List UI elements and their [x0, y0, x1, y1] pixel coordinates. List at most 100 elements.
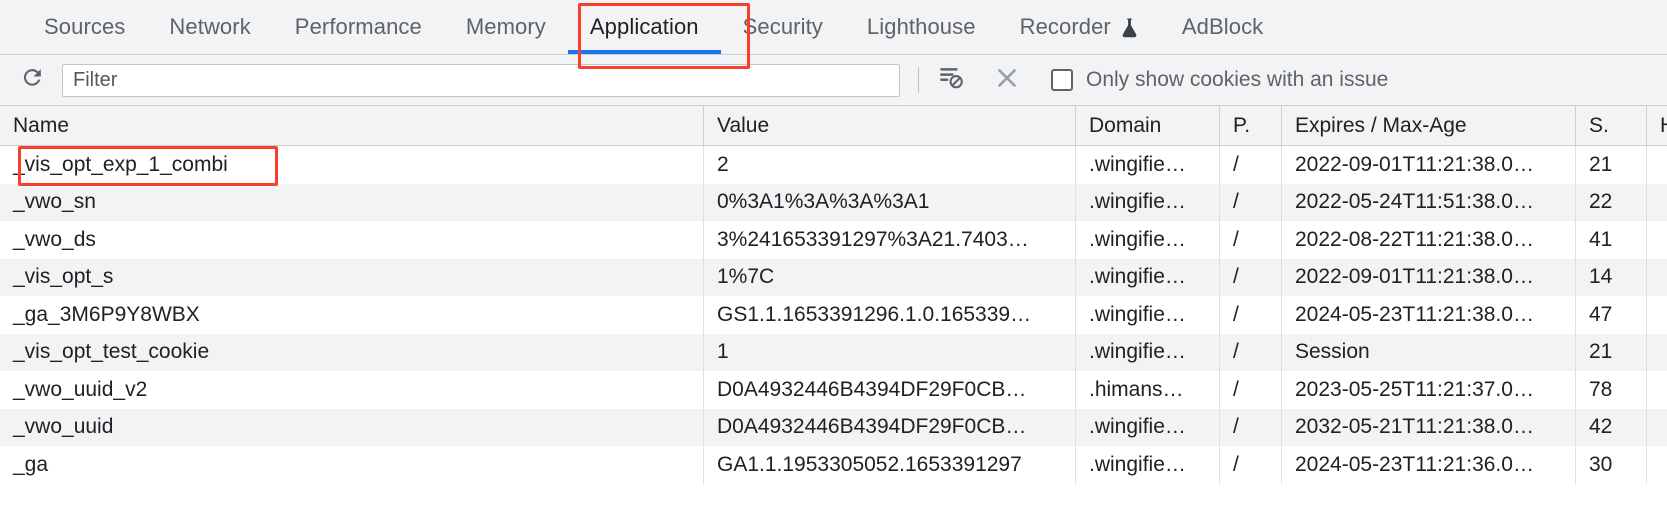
cell-domain: .wingifie… — [1075, 296, 1220, 334]
column-header-httponly[interactable]: H — [1646, 106, 1667, 146]
cell-name: _ga_3M6P9Y8WBX — [0, 296, 704, 334]
cell-httponly — [1646, 446, 1667, 484]
column-header-size[interactable]: S. — [1575, 106, 1647, 146]
cell-name: _vwo_uuid — [0, 408, 704, 446]
cell-size: 78 — [1575, 371, 1647, 409]
cell-expires: 2024-05-23T11:21:36.0… — [1281, 446, 1576, 484]
cell-domain: .wingifie… — [1075, 446, 1220, 484]
clear-filter-button[interactable] — [933, 62, 969, 98]
tab-sources[interactable]: Sources — [22, 0, 147, 54]
close-x-icon — [994, 65, 1020, 96]
cell-expires: 2022-09-01T11:21:38.0… — [1281, 145, 1576, 184]
cell-domain: .wingifie… — [1075, 221, 1220, 259]
table-row[interactable]: _vis_opt_s 1%7C .wingifie… / 2022-09-01T… — [0, 258, 1667, 296]
tab-application[interactable]: Application — [567, 0, 721, 54]
table-row[interactable]: _vwo_sn 0%3A1%3A%3A%3A1 .wingifie… / 202… — [0, 183, 1667, 221]
tab-memory[interactable]: Memory — [444, 0, 568, 54]
table-row[interactable]: _ga GA1.1.1953305052.1653391297 .wingifi… — [0, 446, 1667, 484]
cookies-table: Name Value Domain P. Expires / Max-Age S… — [0, 106, 1667, 484]
cell-name: _vis_opt_test_cookie — [0, 333, 704, 371]
tab-lighthouse[interactable]: Lighthouse — [845, 0, 998, 54]
cell-httponly — [1646, 333, 1667, 371]
cell-size: 21 — [1575, 145, 1647, 184]
cell-httponly — [1646, 296, 1667, 334]
cell-size: 21 — [1575, 333, 1647, 371]
tab-label: Application — [589, 14, 699, 39]
only-issues-checkbox-row[interactable]: Only show cookies with an issue — [1051, 68, 1388, 92]
flask-icon — [1121, 17, 1138, 38]
cell-path: / — [1219, 183, 1282, 221]
column-header-domain[interactable]: Domain — [1075, 106, 1220, 146]
cookies-toolbar: Only show cookies with an issue — [0, 55, 1667, 106]
tab-security[interactable]: Security — [721, 0, 845, 54]
cell-path: / — [1219, 258, 1282, 296]
cell-value: 3%241653391297%3A21.7403… — [703, 221, 1076, 259]
devtools-tab-bar: Sources Network Performance Memory Appli… — [0, 0, 1667, 55]
tab-performance[interactable]: Performance — [273, 0, 444, 54]
cell-expires: 2024-05-23T11:21:38.0… — [1281, 296, 1576, 334]
tab-label: Network — [169, 14, 251, 39]
cell-size: 42 — [1575, 408, 1647, 446]
table-row[interactable]: _vis_opt_exp_1_combi 2 .wingifie… / 2022… — [0, 145, 1667, 184]
cell-size: 30 — [1575, 446, 1647, 484]
cell-path: / — [1219, 446, 1282, 484]
cell-httponly — [1646, 145, 1667, 184]
cell-value: 1 — [703, 333, 1076, 371]
column-header-path[interactable]: P. — [1219, 106, 1282, 146]
cell-name: _vwo_uuid_v2 — [0, 371, 704, 409]
cell-name: _vwo_sn — [0, 183, 704, 221]
clear-all-button[interactable] — [989, 62, 1025, 98]
cell-value: GA1.1.1953305052.1653391297 — [703, 446, 1076, 484]
cell-size: 22 — [1575, 183, 1647, 221]
column-header-name[interactable]: Name — [0, 106, 704, 146]
cell-path: / — [1219, 408, 1282, 446]
cell-domain: .himans… — [1075, 371, 1220, 409]
cell-path: / — [1219, 296, 1282, 334]
cell-expires: 2023-05-25T11:21:37.0… — [1281, 371, 1576, 409]
toolbar-divider — [918, 67, 919, 93]
cell-path: / — [1219, 333, 1282, 371]
cell-expires: 2022-05-24T11:51:38.0… — [1281, 183, 1576, 221]
cell-value: 0%3A1%3A%3A%3A1 — [703, 183, 1076, 221]
tab-label: Security — [742, 14, 823, 39]
refresh-button[interactable] — [14, 62, 50, 98]
tab-label: Memory — [465, 14, 546, 39]
tab-recorder[interactable]: Recorder — [998, 0, 1160, 54]
clear-filter-icon — [938, 64, 965, 96]
cell-value: GS1.1.1653391296.1.0.165339… — [703, 296, 1076, 334]
cell-httponly — [1646, 221, 1667, 259]
cell-path: / — [1219, 221, 1282, 259]
filter-input[interactable] — [62, 63, 900, 97]
cell-value: D0A4932446B4394DF29F0CB… — [703, 408, 1076, 446]
table-row[interactable]: _vwo_ds 3%241653391297%3A21.7403… .wingi… — [0, 221, 1667, 259]
table-body: _vis_opt_exp_1_combi 2 .wingifie… / 2022… — [0, 145, 1667, 484]
cookies-table-container: Name Value Domain P. Expires / Max-Age S… — [0, 106, 1667, 484]
tab-label: Recorder — [1019, 14, 1111, 39]
cell-name: _vis_opt_s — [0, 258, 704, 296]
only-issues-checkbox[interactable] — [1051, 69, 1073, 91]
cell-expires: 2022-08-22T11:21:38.0… — [1281, 221, 1576, 259]
cell-httponly — [1646, 371, 1667, 409]
only-issues-label: Only show cookies with an issue — [1086, 68, 1389, 91]
table-row[interactable]: _vis_opt_test_cookie 1 .wingifie… / Sess… — [0, 333, 1667, 371]
table-row[interactable]: _ga_3M6P9Y8WBX GS1.1.1653391296.1.0.1653… — [0, 296, 1667, 334]
tab-label: AdBlock — [1181, 14, 1264, 39]
column-header-expires[interactable]: Expires / Max-Age — [1281, 106, 1576, 146]
cell-name: _ga — [0, 446, 704, 484]
cell-domain: .wingifie… — [1075, 258, 1220, 296]
cell-value: D0A4932446B4394DF29F0CB… — [703, 371, 1076, 409]
tab-adblock[interactable]: AdBlock — [1160, 0, 1285, 54]
column-header-value[interactable]: Value — [703, 106, 1076, 146]
cell-httponly — [1646, 183, 1667, 221]
cell-expires: Session — [1281, 333, 1576, 371]
cell-domain: .wingifie… — [1075, 145, 1220, 184]
header-row: Name Value Domain P. Expires / Max-Age S… — [0, 106, 1667, 146]
cell-name: _vwo_ds — [0, 221, 704, 259]
cell-value: 2 — [703, 145, 1076, 184]
cell-expires: 2032-05-21T11:21:38.0… — [1281, 408, 1576, 446]
table-row[interactable]: _vwo_uuid_v2 D0A4932446B4394DF29F0CB… .h… — [0, 371, 1667, 409]
cell-path: / — [1219, 145, 1282, 184]
table-header: Name Value Domain P. Expires / Max-Age S… — [0, 106, 1667, 146]
tab-network[interactable]: Network — [147, 0, 272, 54]
table-row[interactable]: _vwo_uuid D0A4932446B4394DF29F0CB… .wing… — [0, 408, 1667, 446]
